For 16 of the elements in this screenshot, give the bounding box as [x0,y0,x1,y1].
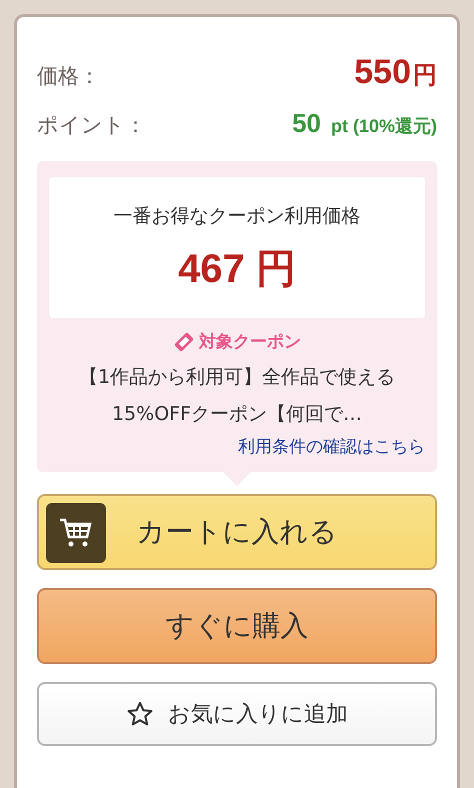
favorite-button[interactable]: お気に入りに追加 [37,682,437,746]
buy-now-button[interactable]: すぐに購入 [37,588,437,664]
price-amount: 550 [354,53,411,92]
star-icon [126,700,154,728]
coupon-description: 【1作品から利用可】全作品で使える15%OFFクーポン【何回で… [78,365,396,427]
add-to-cart-button[interactable]: カートに入れる [37,494,437,570]
coupon-heading: 対象クーポン [199,331,301,353]
cart-icon [46,503,106,563]
terms-link[interactable]: 利用条件の確認はこちら [238,435,425,458]
points-detail: pt (10%還元) [330,116,437,136]
points-label: ポイント： [37,112,146,139]
best-price: 467 円 [178,246,296,293]
price-unit: 円 [413,60,437,91]
points-amount: 50 [292,108,321,138]
best-price-label: 一番お得なクーポン利用価格 [114,204,360,229]
price-label: 価格： [37,63,100,90]
